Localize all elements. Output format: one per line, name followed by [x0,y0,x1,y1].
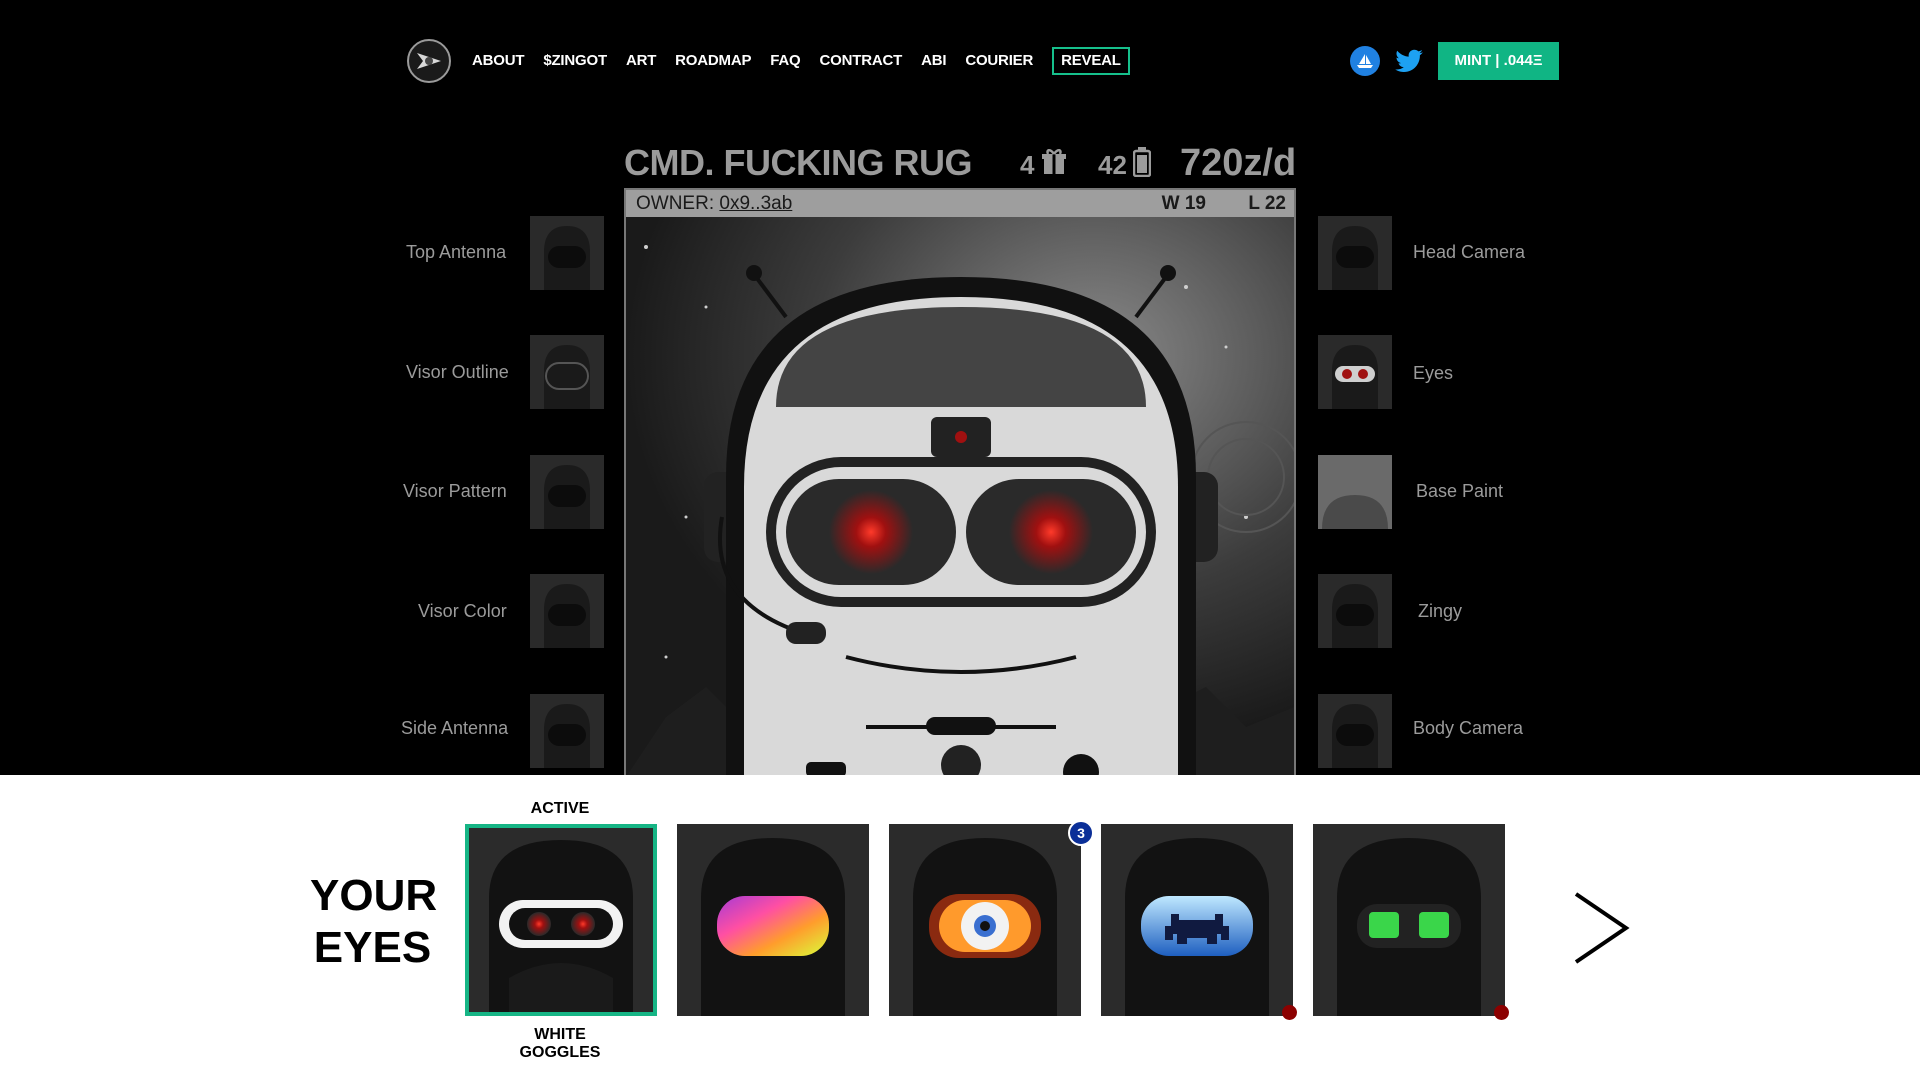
trait-thumb-side-antenna[interactable] [530,694,604,768]
eyes-option-green-squares[interactable] [1313,824,1505,1016]
trait-label-zingy: Zingy [1418,601,1463,621]
trait-label-body-camera: Body Camera [1413,718,1524,738]
eyes-option-rainbow-visor[interactable] [677,824,869,1016]
trait-label-top-antenna: Top Antenna [406,242,507,262]
eyes-title-line1: YOUR [310,871,438,920]
robot-frame: OWNER: 0x9..3ab W 19 L 22 [624,188,1296,778]
main-nav: ABOUT $ZINGOT ART ROADMAP FAQ CONTRACT A… [472,47,1149,75]
trait-thumb-eyes[interactable] [1318,335,1392,409]
owner-address-link[interactable]: 0x9..3ab [719,193,792,214]
trait-thumb-base-paint[interactable] [1318,455,1392,529]
nav-roadmap[interactable]: ROADMAP [675,52,751,75]
main-stage: ABOUT $ZINGOT ART ROADMAP FAQ CONTRACT A… [0,0,1920,778]
trait-label-visor-pattern: Visor Pattern [403,481,507,501]
nav-faq[interactable]: FAQ [770,52,800,75]
eyes-title-line2: EYES [313,923,432,972]
battery-value: 42 [1098,150,1127,180]
eyes-panel-title: YOUR EYES [310,870,438,974]
trait-thumb-head-camera[interactable] [1318,216,1392,290]
owner-info: OWNER: 0x9..3ab [636,193,792,215]
nav-reveal[interactable]: REVEAL [1052,47,1130,75]
mint-button[interactable]: MINT | .044Ξ [1438,42,1559,80]
nav-abi[interactable]: ABI [921,52,946,75]
count-badge: 3 [1068,820,1094,846]
trait-thumb-visor-outline[interactable] [530,335,604,409]
bot-name: CMD. FUCKING RUG [624,142,972,183]
status-dot [1494,1005,1509,1020]
active-label: ACTIVE [530,800,590,817]
nav-contract[interactable]: CONTRACT [820,52,903,75]
eyes-option-white-goggles[interactable] [465,824,657,1016]
wins-count: W 19 [1161,193,1206,214]
battery-icon [1132,147,1152,184]
trait-thumb-body-camera[interactable] [1318,694,1392,768]
trait-thumb-top-antenna[interactable] [530,216,604,290]
gift-icon [1042,148,1066,183]
active-eyes-name: WHITE GOGGLES [519,1026,601,1061]
eyes-option-space-invader[interactable] [1101,824,1293,1016]
trait-label-side-antenna: Side Antenna [401,718,509,738]
nav-about[interactable]: ABOUT [472,52,525,75]
zingot-rate: 720z/d [1180,142,1297,184]
twitter-icon[interactable] [1394,46,1424,76]
trait-label-head-camera: Head Camera [1413,242,1526,262]
status-dot [1282,1005,1297,1020]
gift-count: 4 [1020,150,1035,180]
chevron-right-icon[interactable] [1572,890,1632,966]
losses-count: L 22 [1248,193,1286,214]
trait-thumb-zingy[interactable] [1318,574,1392,648]
logo-icon[interactable] [407,39,451,83]
eyes-option-target-eye[interactable] [889,824,1081,1016]
nav-art[interactable]: ART [626,52,656,75]
trait-label-visor-outline: Visor Outline [406,362,509,382]
trait-label-visor-color: Visor Color [418,601,507,621]
owner-bar: OWNER: 0x9..3ab W 19 L 22 [626,190,1294,217]
trait-thumb-visor-color[interactable] [530,574,604,648]
nav-zingot[interactable]: $ZINGOT [543,52,607,75]
trait-thumb-visor-pattern[interactable] [530,455,604,529]
owner-label: OWNER: [636,193,715,214]
robot-image [626,217,1294,776]
trait-label-base-paint: Base Paint [1416,481,1504,501]
opensea-icon[interactable] [1350,46,1380,76]
nav-courier[interactable]: COURIER [965,52,1033,75]
trait-label-eyes: Eyes [1413,363,1454,383]
